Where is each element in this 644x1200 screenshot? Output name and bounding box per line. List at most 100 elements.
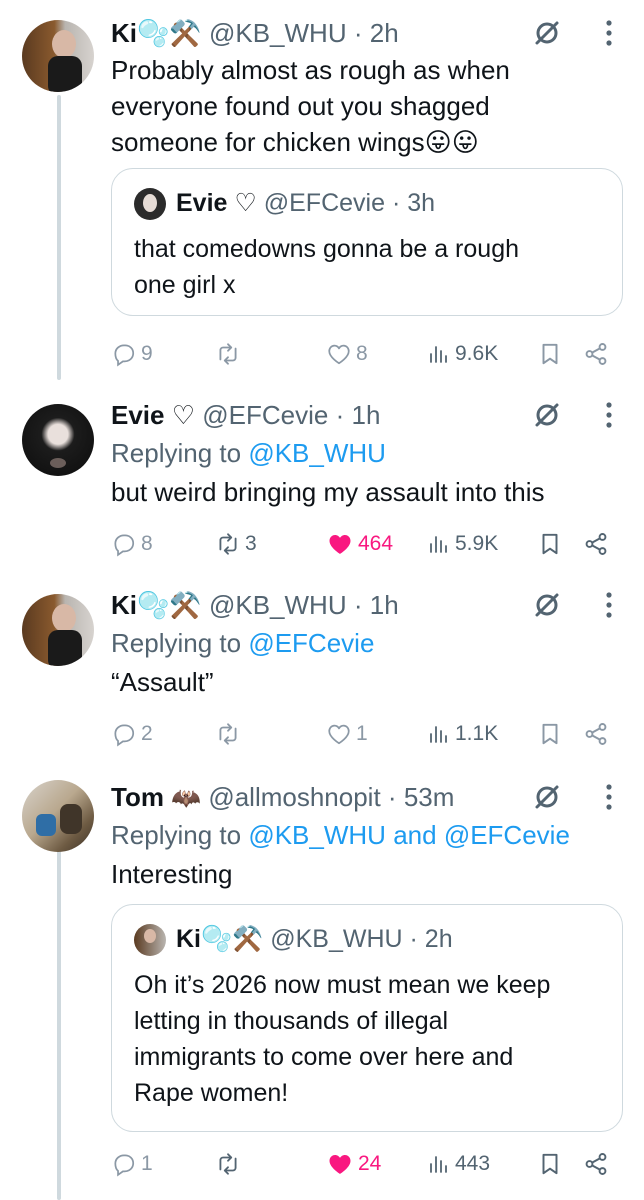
replying-to-label: Replying to	[111, 628, 242, 658]
timestamp[interactable]: 2h	[370, 18, 399, 48]
share-icon	[583, 1151, 609, 1177]
text-line: everyone found out you shagged	[111, 91, 490, 121]
tweet-header: Ki🫧⚒️ @KB_WHU · 1h	[111, 586, 624, 624]
reply-button[interactable]: 8	[111, 526, 153, 562]
avatar[interactable]	[22, 780, 94, 852]
more-icon[interactable]	[604, 18, 614, 48]
bookmark-button[interactable]	[537, 526, 563, 562]
text-line: Oh it’s 2026 now must mean we keep	[134, 971, 551, 999]
quote-timestamp: 3h	[407, 189, 436, 217]
like-button[interactable]: 8	[326, 336, 368, 372]
grok-icon[interactable]	[532, 400, 562, 430]
like-button[interactable]: 464	[326, 526, 393, 562]
replying-to-label: Replying to	[111, 438, 242, 468]
tweet[interactable]: Tom 🦇 @allmoshnopit · 53m Replying to @K…	[0, 770, 644, 1200]
share-button[interactable]	[583, 1146, 609, 1182]
quote-text: that comedowns gonna be a rough one girl…	[134, 231, 600, 303]
like-icon	[326, 1150, 354, 1178]
repost-button[interactable]: 3	[215, 526, 257, 562]
like-count: 1	[356, 722, 368, 745]
replying-to: Replying to @EFCevie	[111, 624, 624, 662]
repost-icon	[215, 341, 241, 367]
bookmark-button[interactable]	[537, 1146, 563, 1182]
like-button[interactable]: 1	[326, 716, 368, 752]
text-line: that comedowns gonna be a rough	[134, 235, 519, 263]
share-icon	[583, 341, 609, 367]
reply-button[interactable]: 1	[111, 1146, 153, 1182]
grok-icon[interactable]	[532, 782, 562, 812]
views-button[interactable]: 9.6K	[427, 336, 498, 372]
grok-icon[interactable]	[532, 590, 562, 620]
like-icon	[326, 721, 352, 747]
bookmark-button[interactable]	[537, 716, 563, 752]
views-icon	[427, 531, 451, 557]
author-handle[interactable]: @KB_WHU	[209, 590, 347, 620]
bat-emoji: 🦇	[171, 785, 202, 812]
like-button[interactable]: 24	[326, 1146, 381, 1182]
bookmark-icon	[537, 531, 563, 557]
timestamp[interactable]: 53m	[404, 782, 455, 812]
reply-icon	[111, 341, 137, 367]
reply-button[interactable]: 9	[111, 336, 153, 372]
timestamp[interactable]: 1h	[370, 590, 399, 620]
share-button[interactable]	[583, 526, 609, 562]
quote-avatar	[134, 924, 166, 957]
author-handle[interactable]: @EFCevie	[202, 400, 328, 430]
more-icon[interactable]	[604, 400, 614, 430]
author-handle[interactable]: @allmoshnopit	[208, 782, 380, 812]
quoted-tweet[interactable]: Ki🫧⚒️ @KB_WHU · 2h Oh it’s 2026 now must…	[111, 904, 623, 1132]
replying-to-label: Replying to	[111, 820, 242, 850]
repost-button[interactable]	[215, 716, 245, 752]
more-icon[interactable]	[604, 590, 614, 620]
reply-button[interactable]: 2	[111, 716, 153, 752]
share-button[interactable]	[583, 336, 609, 372]
quoted-tweet[interactable]: Evie ♡ @EFCevie · 3h that comedowns gonn…	[111, 168, 623, 316]
replying-to-link[interactable]: @EFCevie	[248, 628, 374, 658]
more-icon[interactable]	[604, 782, 614, 812]
author-name[interactable]: Ki🫧⚒️	[111, 18, 202, 48]
repost-count: 3	[245, 532, 257, 555]
author-name[interactable]: Ki🫧⚒️	[111, 590, 202, 620]
avatar[interactable]	[22, 20, 94, 92]
author-name[interactable]: Tom	[111, 782, 164, 812]
replying-to-link[interactable]: @KB_WHU	[248, 438, 386, 468]
quote-author-name: Ki🫧⚒️	[176, 925, 264, 953]
quote-author-name: Evie ♡	[176, 189, 257, 217]
quote-author-handle: @EFCevie	[263, 189, 385, 217]
grok-icon[interactable]	[532, 18, 562, 48]
replying-to-link[interactable]: @KB_WHU	[248, 820, 386, 850]
author-name[interactable]: Evie ♡	[111, 400, 195, 430]
views-button[interactable]: 5.9K	[427, 526, 498, 562]
avatar[interactable]	[22, 594, 94, 666]
tweet-header: Evie ♡ @EFCevie · 1h	[111, 396, 624, 434]
views-count: 9.6K	[455, 342, 499, 365]
tweet-text: but weird bringing my assault into this	[111, 474, 624, 510]
tweet[interactable]: Evie ♡ @EFCevie · 1h Replying to @KB_WHU…	[0, 390, 644, 580]
text-line: immigrants to come over here and	[134, 1043, 514, 1071]
reply-icon	[111, 721, 137, 747]
views-icon	[427, 341, 451, 367]
repost-button[interactable]	[215, 336, 245, 372]
bookmark-button[interactable]	[537, 336, 563, 372]
author-handle[interactable]: @KB_WHU	[209, 18, 347, 48]
repost-button[interactable]	[215, 1146, 245, 1182]
replying-to-link[interactable]: @EFCevie	[444, 820, 570, 850]
quote-timestamp: 2h	[424, 925, 453, 953]
quote-header: Evie ♡ @EFCevie · 3h	[134, 185, 435, 221]
action-bar: 2 1 1.1K	[111, 716, 621, 752]
timestamp[interactable]: 1h	[352, 400, 381, 430]
views-button[interactable]: 443	[427, 1146, 490, 1182]
tweet[interactable]: Ki🫧⚒️ @KB_WHU · 1h Replying to @EFCevie …	[0, 580, 644, 770]
separator-dot: ·	[391, 189, 401, 217]
tweet-text: Probably almost as rough as when everyon…	[111, 52, 624, 160]
bookmark-icon	[537, 1151, 563, 1177]
like-count: 464	[358, 532, 394, 555]
text-line: Rape women!	[134, 1079, 289, 1107]
tweet[interactable]: Ki🫧⚒️ @KB_WHU · 2h Probably almost as ro…	[0, 0, 644, 390]
avatar[interactable]	[22, 404, 94, 476]
share-button[interactable]	[583, 716, 609, 752]
views-button[interactable]: 1.1K	[427, 716, 498, 752]
repost-icon	[215, 1151, 241, 1177]
like-icon	[326, 530, 354, 558]
views-icon	[427, 721, 451, 747]
